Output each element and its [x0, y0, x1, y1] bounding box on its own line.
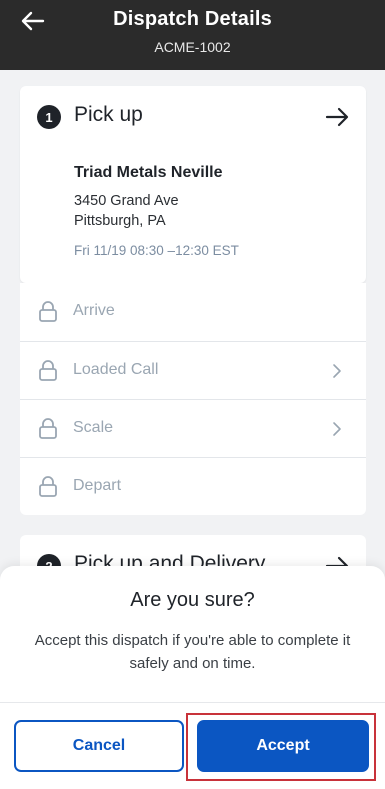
cancel-button[interactable]: Cancel	[14, 720, 184, 772]
address-line-1: 3450 Grand Ave	[74, 193, 179, 209]
action-row-scale[interactable]: Scale	[20, 399, 366, 457]
stop-title: Pick up	[74, 103, 143, 126]
accept-button[interactable]: Accept	[197, 720, 369, 772]
dialog-title: Are you sure?	[130, 589, 255, 611]
appointment-window: Fri 11/19 08:30 –12:30 EST	[74, 243, 239, 258]
app-header: Dispatch Details ACME-1002	[0, 0, 385, 70]
lock-icon	[39, 476, 57, 497]
confirm-dialog: Are you sure? Accept this dispatch if yo…	[0, 566, 385, 789]
action-row-depart[interactable]: Depart	[20, 457, 366, 515]
dialog-message: Accept this dispatch if you're able to c…	[34, 632, 351, 672]
action-label: Depart	[73, 477, 122, 494]
address-line-2: Pittsburgh, PA	[74, 213, 166, 229]
arrow-right-icon	[325, 107, 349, 127]
lock-icon	[39, 418, 57, 439]
divider	[0, 702, 385, 703]
action-label: Arrive	[73, 302, 115, 319]
stop-card-pickup: 1 Pick up Triad Metals Neville 3450 Gran…	[20, 86, 366, 283]
page-title: Dispatch Details	[113, 8, 272, 30]
action-row-arrive[interactable]: Arrive	[20, 283, 366, 341]
stop-detail-button[interactable]	[324, 104, 350, 130]
facility-name: Triad Metals Neville	[74, 164, 223, 181]
chevron-right-icon	[333, 364, 341, 378]
chevron-right-icon	[333, 422, 341, 436]
dispatch-id: ACME-1002	[154, 39, 231, 55]
step-number-badge: 1	[37, 105, 61, 129]
action-row-loaded-call[interactable]: Loaded Call	[20, 341, 366, 399]
action-label: Scale	[73, 419, 114, 436]
lock-icon	[39, 301, 57, 322]
stop-actions-list: Arrive Loaded Call Scale Depart	[20, 283, 366, 515]
action-label: Loaded Call	[73, 361, 159, 378]
lock-icon	[39, 360, 57, 381]
